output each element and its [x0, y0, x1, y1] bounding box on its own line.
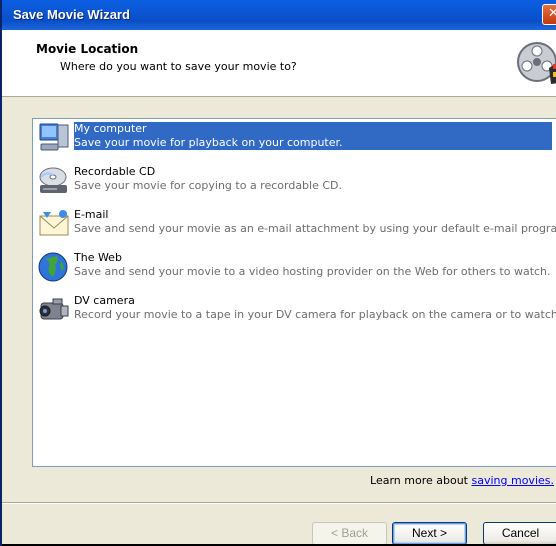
- wizard-header: Movie Location Where do you want to save…: [2, 30, 556, 97]
- learn-more: Learn more about saving movies.: [370, 474, 554, 487]
- option-text: Recordable CD Save your movie for copyin…: [74, 165, 342, 193]
- option-e-mail[interactable]: E-mail Save and send your movie as an e-…: [35, 208, 556, 238]
- option-label: The Web: [74, 251, 122, 264]
- learn-more-text: Learn more about: [370, 474, 472, 487]
- envelope-icon: [39, 210, 69, 236]
- title-bar[interactable]: Save Movie Wizard ✕: [2, 0, 556, 30]
- save-movie-wizard-window: Save Movie Wizard ✕ Movie Location Where…: [0, 0, 556, 546]
- computer-icon: [39, 123, 69, 151]
- globe-icon: [38, 252, 68, 282]
- option-text: E-mail Save and send your movie as an e-…: [74, 208, 556, 236]
- cd-drive-icon: [39, 167, 67, 193]
- option-dv-camera[interactable]: DV camera Record your movie to a tape in…: [35, 294, 556, 324]
- option-my-computer[interactable]: My computer Save your movie for playback…: [35, 122, 555, 152]
- button-separator: [2, 502, 556, 504]
- option-text: DV camera Record your movie to a tape in…: [74, 294, 556, 322]
- option-description: Save and send your movie to a video host…: [74, 265, 551, 278]
- camcorder-icon: [39, 298, 69, 320]
- page-title: Movie Location: [36, 42, 139, 56]
- cancel-button[interactable]: Cancel: [483, 522, 556, 545]
- option-text: My computer Save your movie for playback…: [74, 122, 552, 150]
- window-title: Save Movie Wizard: [13, 7, 130, 22]
- close-icon: ✕: [548, 6, 556, 21]
- close-button[interactable]: ✕: [542, 4, 556, 25]
- saving-movies-link[interactable]: saving movies.: [472, 474, 555, 487]
- back-button[interactable]: < Back: [312, 522, 387, 545]
- option-text: The Web Save and send your movie to a vi…: [74, 251, 551, 279]
- option-description: Save your movie for playback on your com…: [74, 136, 343, 149]
- option-description: Save and send your movie as an e-mail at…: [74, 222, 556, 235]
- next-button[interactable]: Next >: [392, 522, 467, 545]
- option-description: Record your movie to a tape in your DV c…: [74, 308, 556, 321]
- page-subtitle: Where do you want to save your movie to?: [60, 60, 297, 73]
- option-label: DV camera: [74, 294, 135, 307]
- option-description: Save your movie for copying to a recorda…: [74, 179, 343, 192]
- option-label: Recordable CD: [74, 165, 156, 178]
- location-list[interactable]: My computer Save your movie for playback…: [32, 118, 556, 467]
- option-label: E-mail: [74, 208, 109, 221]
- option-recordable-cd[interactable]: Recordable CD Save your movie for copyin…: [35, 165, 555, 195]
- option-label: My computer: [74, 122, 147, 135]
- film-reel-icon: [517, 42, 556, 84]
- option-the-web[interactable]: The Web Save and send your movie to a vi…: [35, 251, 555, 282]
